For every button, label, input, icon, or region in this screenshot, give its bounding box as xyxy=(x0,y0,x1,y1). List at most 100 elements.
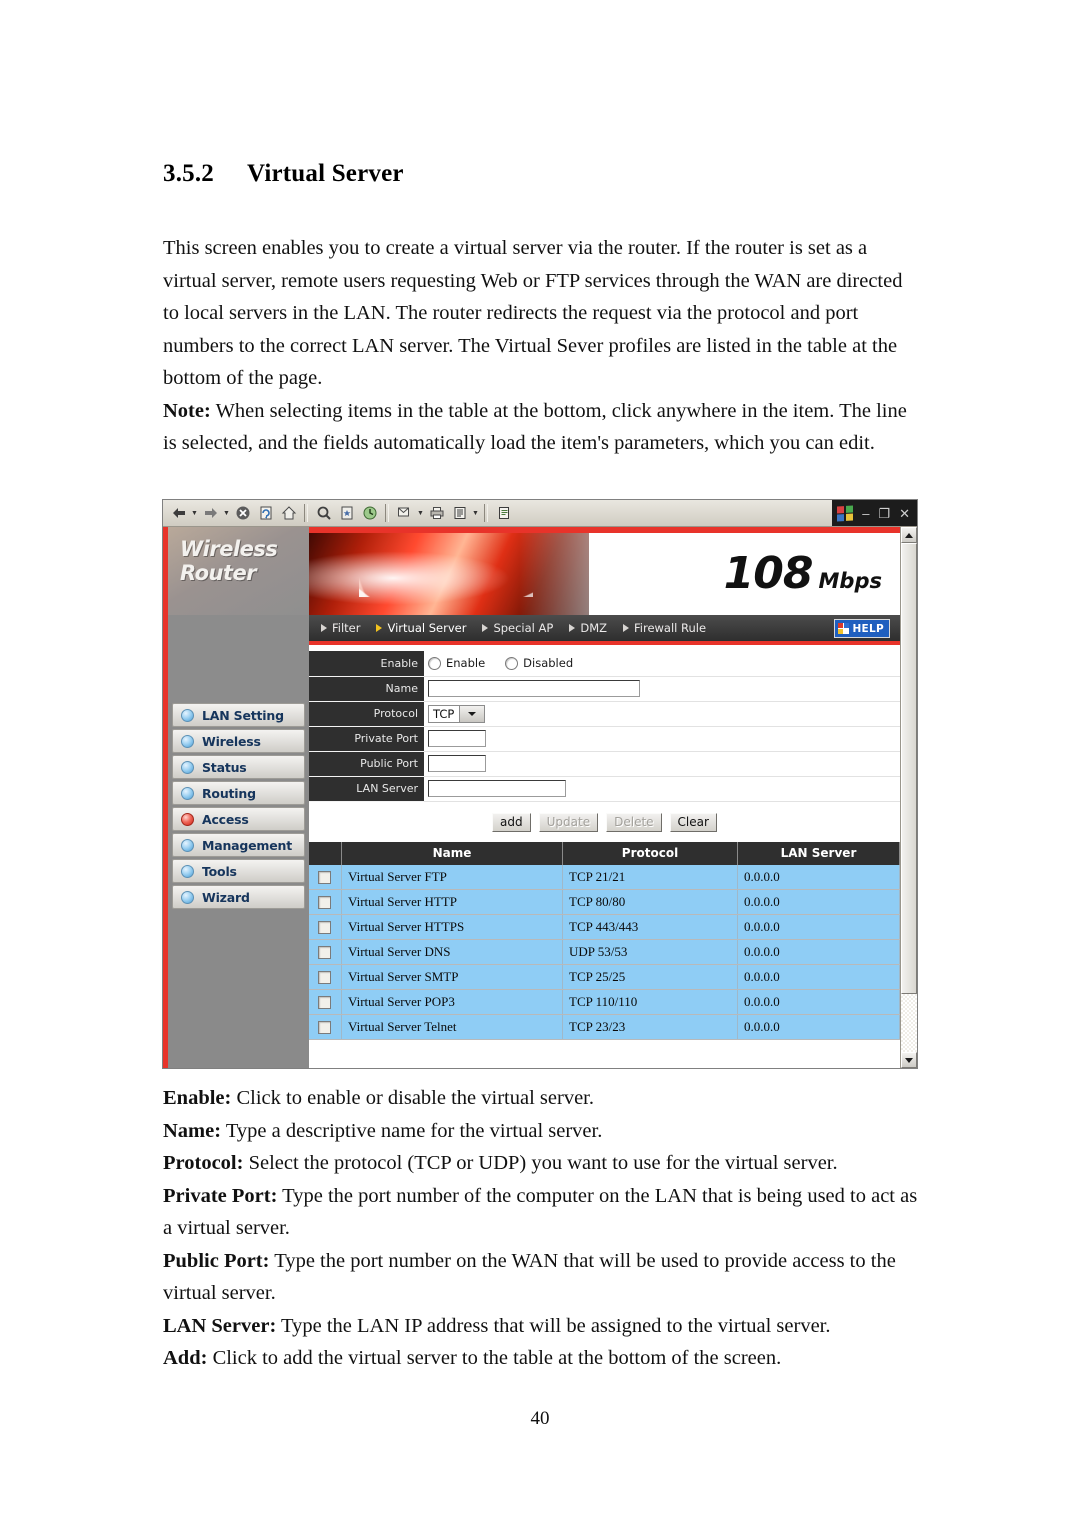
protocol-selected-value: TCP xyxy=(433,706,455,721)
sidebar-item-management[interactable]: Management xyxy=(172,833,305,857)
protocol-column-header: Protocol xyxy=(562,841,738,865)
search-icon[interactable] xyxy=(313,503,334,523)
lan-server-input[interactable] xyxy=(428,779,566,797)
forward-icon[interactable] xyxy=(200,503,221,523)
restore-button[interactable]: ❐ xyxy=(878,507,890,520)
row-checkbox[interactable] xyxy=(318,1021,331,1035)
bullet-icon xyxy=(181,708,194,722)
name-input[interactable] xyxy=(428,679,640,697)
nav-item-filter[interactable]: Filter xyxy=(321,621,360,635)
chevron-down-icon[interactable] xyxy=(459,705,485,722)
row-checkbox-cell[interactable] xyxy=(309,1014,342,1040)
note-text: When selecting items in the table at the… xyxy=(163,399,907,455)
sidebar-item-tools[interactable]: Tools xyxy=(172,859,305,883)
nav-item-label: DMZ xyxy=(580,621,607,635)
sidebar-item-wireless[interactable]: Wireless xyxy=(172,729,305,753)
speed-unit: Mbps xyxy=(818,569,882,593)
row-protocol: UDP 53/53 xyxy=(562,939,738,965)
table-row[interactable]: Virtual Server DNS UDP 53/53 0.0.0.0 xyxy=(309,939,900,965)
radio-disabled[interactable] xyxy=(505,656,519,670)
mail-icon[interactable] xyxy=(394,503,415,523)
history-icon[interactable] xyxy=(359,503,380,523)
close-button[interactable]: ✕ xyxy=(899,507,910,520)
router-content: 108 Mbps Filter Virtual Server Special A… xyxy=(309,527,900,1068)
page-title: 3.5.2 Virtual Server xyxy=(163,160,404,188)
row-checkbox-cell[interactable] xyxy=(309,864,342,890)
brand-line-1: Wireless xyxy=(180,537,278,561)
nav-item-dmz[interactable]: DMZ xyxy=(569,621,607,635)
help-button[interactable]: HELP xyxy=(834,619,890,638)
nav-item-virtual-server[interactable]: Virtual Server xyxy=(376,621,466,635)
mail-dropdown-icon[interactable]: ▼ xyxy=(416,503,425,523)
radio-enable[interactable] xyxy=(428,656,441,670)
row-checkbox[interactable] xyxy=(318,896,331,910)
sidebar-item-routing[interactable]: Routing xyxy=(172,781,305,805)
favorites-icon[interactable] xyxy=(336,503,357,523)
section-number: 3.5.2 xyxy=(163,160,214,187)
public-port-input[interactable] xyxy=(428,754,486,772)
back-icon[interactable] xyxy=(168,503,189,523)
row-lan-server: 0.0.0.0 xyxy=(737,1014,900,1040)
sidebar-item-access[interactable]: Access xyxy=(172,807,305,831)
definitions-block: Enable: Click to enable or disable the v… xyxy=(163,1082,918,1375)
table-row[interactable]: Virtual Server SMTP TCP 25/25 0.0.0.0 xyxy=(309,964,900,990)
table-row[interactable]: Virtual Server HTTP TCP 80/80 0.0.0.0 xyxy=(309,889,900,915)
scrollbar-track[interactable] xyxy=(901,994,917,1052)
row-name: Virtual Server FTP xyxy=(341,864,563,890)
definition-text: Type the port number of the computer on … xyxy=(163,1184,918,1240)
row-checkbox-cell[interactable] xyxy=(309,964,342,990)
sidebar-item-status[interactable]: Status xyxy=(172,755,305,779)
row-checkbox[interactable] xyxy=(318,871,331,885)
definition-text: Select the protocol (TCP or UDP) you wan… xyxy=(243,1152,838,1174)
definition-term: Protocol: xyxy=(163,1152,244,1174)
nav-item-firewall-rule[interactable]: Firewall Rule xyxy=(623,621,706,635)
row-checkbox[interactable] xyxy=(318,921,331,935)
public-port-label: Public Port xyxy=(309,751,424,777)
forward-dropdown-icon[interactable]: ▼ xyxy=(222,503,231,523)
discuss-icon[interactable] xyxy=(493,503,514,523)
nav-item-special-ap[interactable]: Special AP xyxy=(482,621,553,635)
definition-term: LAN Server: xyxy=(163,1314,277,1337)
row-checkbox-cell[interactable] xyxy=(309,939,342,965)
bullet-icon xyxy=(181,890,194,904)
row-checkbox[interactable] xyxy=(318,971,331,985)
add-button[interactable]: add xyxy=(492,812,531,832)
back-dropdown-icon[interactable]: ▼ xyxy=(190,503,199,523)
sidebar-item-wizard[interactable]: Wizard xyxy=(172,885,305,909)
sidebar-item-label: LAN Setting xyxy=(202,707,284,723)
scroll-up-button[interactable] xyxy=(901,527,917,543)
row-checkbox-cell[interactable] xyxy=(309,914,342,940)
row-checkbox[interactable] xyxy=(318,946,331,960)
form-row-enable: Enable Enable Disabled xyxy=(309,651,900,677)
table-row[interactable]: Virtual Server HTTPS TCP 443/443 0.0.0.0 xyxy=(309,914,900,940)
vertical-scrollbar[interactable] xyxy=(900,527,917,1068)
clear-button[interactable]: Clear xyxy=(669,812,717,832)
update-button[interactable]: Update xyxy=(538,812,599,832)
delete-button[interactable]: Delete xyxy=(606,812,662,832)
table-row[interactable]: Virtual Server POP3 TCP 110/110 0.0.0.0 xyxy=(309,989,900,1015)
edit-icon[interactable] xyxy=(449,503,470,523)
row-checkbox-cell[interactable] xyxy=(309,989,342,1015)
stop-icon[interactable] xyxy=(232,503,253,523)
edit-dropdown-icon[interactable]: ▼ xyxy=(471,503,480,523)
form-row-protocol: Protocol TCP xyxy=(309,701,900,727)
sidebar-item-label: Wizard xyxy=(202,889,250,905)
row-checkbox[interactable] xyxy=(318,996,331,1010)
print-icon[interactable] xyxy=(426,503,447,523)
definition-lan-server: LAN Server: Type the LAN IP address that… xyxy=(163,1310,918,1343)
minimize-button[interactable]: – xyxy=(862,507,869,520)
scroll-down-button[interactable] xyxy=(901,1052,917,1068)
home-icon[interactable] xyxy=(278,503,299,523)
row-checkbox-cell[interactable] xyxy=(309,889,342,915)
protocol-select[interactable]: TCP xyxy=(428,704,486,723)
definition-text: Type the LAN IP address that will be ass… xyxy=(276,1314,831,1337)
table-row[interactable]: Virtual Server Telnet TCP 23/23 0.0.0.0 xyxy=(309,1014,900,1040)
browser-toolbar: ▼ ▼ ▼ ▼ – ❐ ✕ xyxy=(163,500,917,527)
scrollbar-thumb[interactable] xyxy=(901,543,917,994)
router-brand-logo: Wireless Router xyxy=(168,527,309,615)
refresh-icon[interactable] xyxy=(255,503,276,523)
sidebar-item-lan-setting[interactable]: LAN Setting xyxy=(172,703,305,727)
private-port-input[interactable] xyxy=(428,729,486,747)
row-protocol: TCP 21/21 xyxy=(562,864,738,890)
table-row[interactable]: Virtual Server FTP TCP 21/21 0.0.0.0 xyxy=(309,864,900,890)
